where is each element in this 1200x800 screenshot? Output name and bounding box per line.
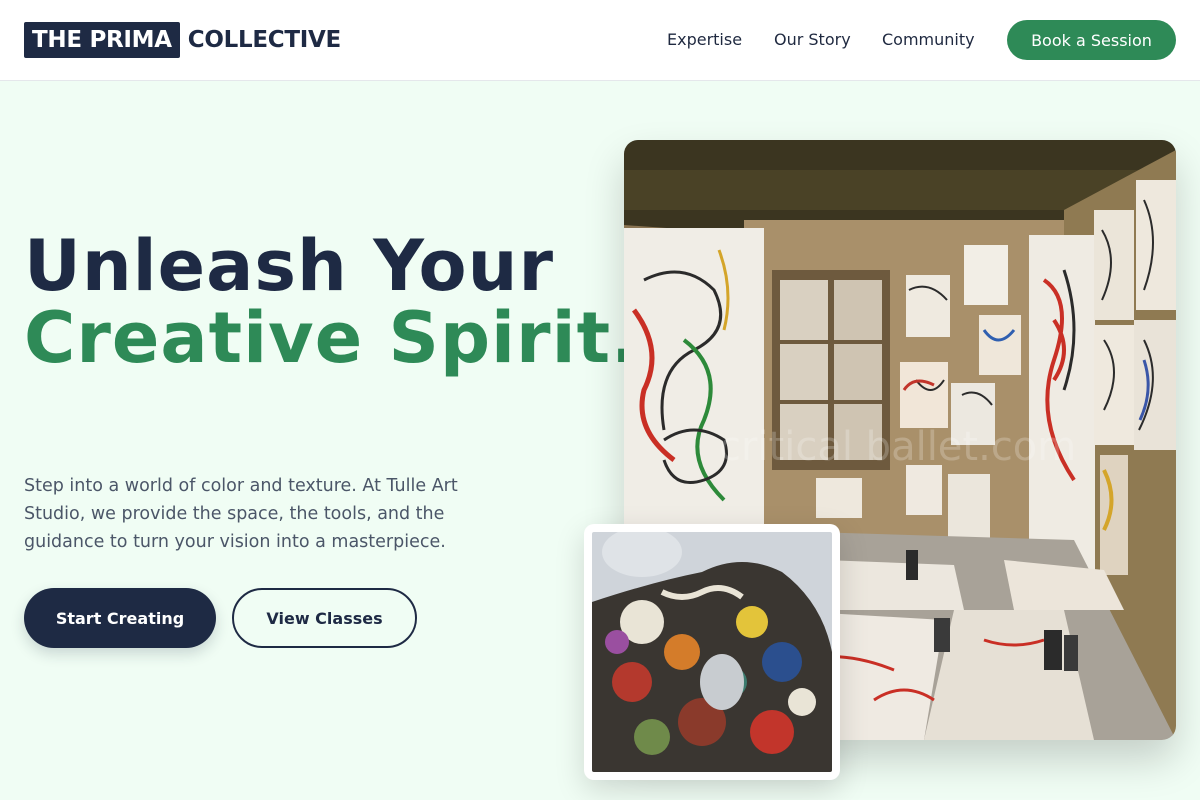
logo-box: THE PRIMA (24, 22, 180, 58)
nav-link-our-story[interactable]: Our Story (774, 30, 851, 50)
start-creating-button[interactable]: Start Creating (24, 588, 216, 648)
hero-title: Unleash Your Creative Spirit. (24, 230, 639, 374)
hero-title-line2: Creative Spirit. (24, 297, 639, 379)
hero-description: Step into a world of color and texture. … (24, 476, 458, 552)
nav-link-community[interactable]: Community (882, 30, 975, 50)
palette-photo (592, 532, 832, 772)
logo-text: COLLECTIVE (187, 27, 341, 53)
hero-title-line1: Unleash Your (24, 225, 554, 307)
nav-link-expertise[interactable]: Expertise (667, 30, 742, 50)
book-session-button[interactable]: Book a Session (1007, 20, 1176, 60)
logo[interactable]: THE PRIMA COLLECTIVE (24, 22, 341, 58)
view-classes-button[interactable]: View Classes (232, 588, 417, 648)
studio-watermark: critical ballet.com (719, 424, 1076, 470)
site-header: THE PRIMA COLLECTIVE Expertise Our Story… (0, 0, 1200, 81)
palette-photo-card (584, 524, 840, 780)
